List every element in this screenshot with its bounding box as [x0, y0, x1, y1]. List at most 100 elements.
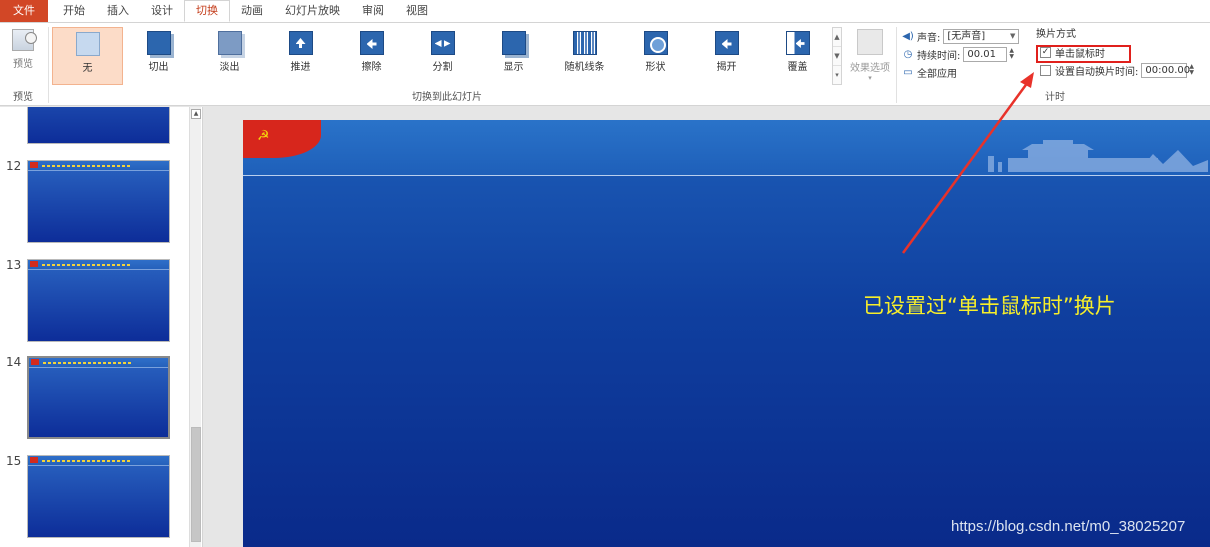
- gallery-scroll-down-icon[interactable]: ▼: [833, 47, 841, 66]
- transition-cut[interactable]: 切出: [123, 27, 194, 85]
- preview-button[interactable]: 预览: [4, 27, 42, 83]
- thumb-title-line: [42, 264, 132, 266]
- transition-none[interactable]: 无: [52, 27, 123, 85]
- slide-thumbnail-selected[interactable]: [27, 356, 170, 439]
- random-bars-icon: [572, 31, 597, 55]
- shape-icon: [643, 31, 668, 55]
- slide-thumbnail[interactable]: [27, 160, 170, 243]
- speaker-icon: ◀): [902, 30, 914, 42]
- group-label-preview: 预览: [13, 92, 33, 103]
- after-time-label: 设置自动换片时间:: [1055, 66, 1139, 78]
- transition-label: 推进: [290, 62, 311, 73]
- transition-label: 分割: [432, 62, 453, 73]
- slide-thumbnail[interactable]: [27, 259, 170, 342]
- transition-label: 随机线条: [564, 62, 605, 73]
- after-time-spinner[interactable]: ▲ ▼: [1189, 64, 1194, 76]
- effect-options-button[interactable]: 效果选项 ▾: [845, 27, 895, 85]
- group-label-timing: 计时: [1045, 92, 1065, 103]
- group-divider: [48, 27, 49, 103]
- duration-value: 00.01: [967, 48, 997, 60]
- flag-icon: [31, 359, 39, 365]
- tab-transitions[interactable]: 切换: [184, 0, 230, 22]
- ribbon-tab-bar: 文件 开始 插入 设计 切换 动画 幻灯片放映 审阅 视图: [0, 0, 1210, 22]
- advance-title: 换片方式: [1036, 29, 1076, 40]
- slide-thumbnail[interactable]: [27, 455, 170, 538]
- on-click-highlight-box: [1036, 45, 1131, 63]
- after-time-checkbox[interactable]: [1040, 64, 1051, 76]
- slide-number: 13: [6, 258, 22, 272]
- wipe-icon: [359, 31, 384, 55]
- transition-label: 显示: [503, 62, 524, 73]
- flag-icon: [30, 162, 38, 168]
- transition-label: 擦除: [361, 62, 382, 73]
- sound-select[interactable]: [无声音] ▼: [943, 28, 1020, 44]
- scrollbar-thumb[interactable]: [191, 427, 201, 542]
- sound-row: ◀) 声音: [无声音] ▼: [902, 27, 1032, 45]
- transition-fade[interactable]: 淡出: [194, 27, 265, 85]
- transition-wipe[interactable]: 擦除: [336, 27, 407, 85]
- party-emblem-icon: ☭: [257, 128, 270, 144]
- advance-slide-group: 换片方式 ✓ 单击鼠标时 设置自动换片时间: 00:00.00 ▲ ▼: [1036, 27, 1208, 87]
- thumb-title-line: [42, 165, 132, 167]
- duration-row: ◷ 持续时间: 00.01 ▲ ▼: [902, 45, 1032, 63]
- transition-label: 淡出: [219, 62, 240, 73]
- transition-shape[interactable]: 形状: [620, 27, 691, 85]
- duration-label: 持续时间:: [917, 50, 961, 62]
- tab-insert[interactable]: 插入: [96, 0, 140, 22]
- thumb-title-line: [43, 362, 133, 364]
- after-time-input[interactable]: 00:00.00: [1141, 62, 1191, 78]
- skyline-decoration: [988, 140, 1208, 172]
- apply-all-label: 全部应用: [917, 68, 957, 80]
- slide-number: 12: [6, 159, 22, 173]
- tab-file[interactable]: 文件: [0, 0, 48, 22]
- scroll-up-icon[interactable]: ▲: [191, 109, 201, 119]
- thumbnail-scrollbar[interactable]: ▲: [189, 107, 201, 547]
- transition-cover[interactable]: 覆盖: [762, 27, 833, 85]
- timing-group: ◀) 声音: [无声音] ▼ ◷ 持续时间: 00.01 ▲ ▼ ▭ 全部应用: [902, 27, 1032, 87]
- annotation-text: 已设置过“单击鼠标时”换片: [863, 294, 1116, 318]
- fade-icon: [217, 31, 242, 55]
- thumb-title-line: [42, 460, 132, 462]
- sound-label: 声音:: [917, 32, 941, 44]
- duration-input[interactable]: 00.01: [963, 46, 1008, 62]
- cover-icon: [785, 31, 810, 55]
- tab-view[interactable]: 视图: [395, 0, 439, 22]
- transition-label: 揭开: [716, 62, 737, 73]
- slide-canvas[interactable]: ☭ 已设置过“单击鼠标时”换片 https://blog.csdn.net/m0…: [243, 120, 1210, 547]
- transition-split[interactable]: 分割: [407, 27, 478, 85]
- gallery-scroll: ▲ ▼ ▾: [832, 27, 842, 85]
- push-icon: [288, 31, 313, 55]
- transition-label: 无: [82, 63, 93, 74]
- tab-home[interactable]: 开始: [52, 0, 96, 22]
- slide-thumbnail[interactable]: [27, 107, 170, 144]
- tab-review[interactable]: 审阅: [351, 0, 395, 22]
- group-divider: [896, 27, 897, 103]
- transition-uncover[interactable]: 揭开: [691, 27, 762, 85]
- after-time-value: 00:00.00: [1145, 64, 1191, 76]
- ribbon-transitions: 预览 预览 无 切出 淡出 推进 擦除 分割 显示 随机线条 形状 揭开 覆盖 …: [0, 22, 1210, 106]
- transition-reveal[interactable]: 显示: [478, 27, 549, 85]
- transition-random-bars[interactable]: 随机线条: [549, 27, 620, 85]
- preview-icon: [12, 29, 37, 51]
- gallery-scroll-up-icon[interactable]: ▲: [833, 28, 841, 47]
- tab-animations[interactable]: 动画: [230, 0, 274, 22]
- split-icon: [430, 31, 455, 55]
- tab-design[interactable]: 设计: [140, 0, 184, 22]
- reveal-icon: [501, 31, 526, 55]
- tab-slideshow[interactable]: 幻灯片放映: [274, 0, 351, 22]
- transition-label: 形状: [645, 62, 666, 73]
- duration-spinner[interactable]: ▲ ▼: [1009, 48, 1014, 60]
- transition-label: 切出: [148, 62, 169, 73]
- none-icon: [75, 32, 100, 56]
- effect-options-label: 效果选项: [850, 63, 890, 74]
- apply-all-button[interactable]: ▭ 全部应用: [902, 63, 1032, 81]
- after-time-option[interactable]: 设置自动换片时间: 00:00.00 ▲ ▼: [1036, 61, 1208, 79]
- chevron-down-icon: ▼: [1009, 31, 1016, 40]
- preview-button-label: 预览: [13, 59, 33, 70]
- effect-options-icon: [857, 29, 883, 55]
- watermark-text: https://blog.csdn.net/m0_38025207: [951, 518, 1186, 535]
- transition-label: 覆盖: [787, 62, 808, 73]
- group-label-transitions: 切换到此幻灯片: [412, 92, 482, 103]
- transition-push[interactable]: 推进: [265, 27, 336, 85]
- gallery-more-icon[interactable]: ▾: [833, 66, 841, 85]
